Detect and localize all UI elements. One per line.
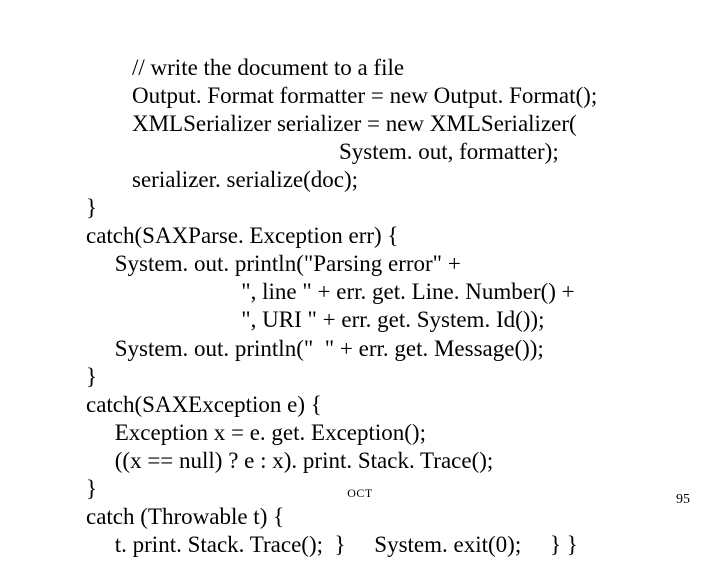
footer-label: OCT <box>347 486 373 500</box>
code-line: // write the document to a file <box>86 55 404 80</box>
code-line: t. print. Stack. Trace(); } System. exit… <box>86 532 578 557</box>
code-line: Exception x = e. get. Exception(); <box>86 420 426 445</box>
code-line: catch(SAXParse. Exception err) { <box>86 223 398 248</box>
code-line: ", URI " + err. get. System. Id()); <box>86 307 544 332</box>
code-line: System. out, formatter); <box>86 139 559 164</box>
footer-center: OCT <box>0 486 720 501</box>
code-line: ((x == null) ? e : x). print. Stack. Tra… <box>86 448 493 473</box>
code-line: } <box>86 195 97 220</box>
code-line: serializer. serialize(doc); <box>86 167 358 192</box>
code-line: System. out. println(" " + err. get. Mes… <box>86 336 544 361</box>
code-line: catch (Throwable t) { <box>86 504 284 529</box>
code-line: } <box>86 364 97 389</box>
code-line: catch(SAXException e) { <box>86 392 322 417</box>
page-number: 95 <box>676 492 690 508</box>
code-line: Output. Format formatter = new Output. F… <box>86 83 597 108</box>
code-block: // write the document to a file Output. … <box>86 26 686 587</box>
code-line: ", line " + err. get. Line. Number() + <box>86 279 575 304</box>
code-line: XMLSerializer serializer = new XMLSerial… <box>86 111 577 136</box>
code-line: System. out. println("Parsing error" + <box>86 251 461 276</box>
slide-page: // write the document to a file Output. … <box>0 0 720 540</box>
